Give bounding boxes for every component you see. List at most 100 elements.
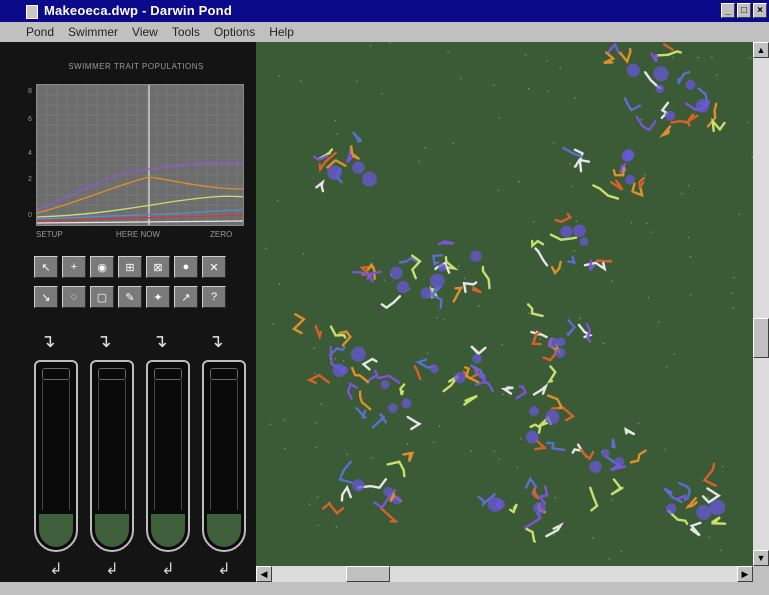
swimmer-blob[interactable]	[545, 410, 560, 425]
swimmer[interactable]	[623, 97, 641, 112]
tube-2-drain-icon[interactable]: ↲	[102, 560, 122, 580]
swimmer[interactable]	[611, 438, 616, 449]
tube-4-arrow-icon[interactable]: ↴	[206, 330, 226, 352]
swimmer-blob[interactable]	[625, 174, 635, 185]
swimmer[interactable]	[710, 516, 727, 525]
swimmer-blob[interactable]	[614, 456, 625, 467]
swimmer[interactable]	[554, 212, 573, 224]
swimmer-blob[interactable]	[589, 460, 602, 473]
tube-3-arrow-icon[interactable]: ↴	[150, 330, 170, 352]
swimmer-blob[interactable]	[655, 84, 665, 94]
swimmer[interactable]	[629, 449, 647, 464]
scroll-up-button[interactable]: ▲	[753, 42, 769, 58]
menu-tools[interactable]: Tools	[172, 25, 200, 39]
minimize-button[interactable]: _	[721, 3, 735, 18]
blob-tool-button[interactable]: ●	[174, 256, 198, 278]
menu-view[interactable]: View	[132, 25, 158, 39]
swimmer[interactable]	[481, 265, 491, 290]
swimmer[interactable]	[515, 385, 528, 400]
scroll-left-button[interactable]: ◀	[256, 566, 272, 582]
inject-tool-button[interactable]: ✎	[118, 286, 142, 308]
zoom-tool-button[interactable]: ⊞	[118, 256, 142, 278]
swimmer[interactable]	[603, 51, 616, 65]
swimmer[interactable]	[366, 273, 374, 283]
swimmer[interactable]	[546, 394, 564, 410]
swimmer[interactable]	[340, 484, 352, 502]
swimmer-blob[interactable]	[454, 371, 466, 384]
pond-canvas[interactable]	[256, 42, 753, 566]
swimmer[interactable]	[463, 394, 478, 406]
tube-3[interactable]	[146, 360, 190, 552]
swimmer-blob[interactable]	[696, 504, 712, 520]
swimmer[interactable]	[346, 382, 359, 400]
population-graph[interactable]	[36, 84, 244, 226]
swimmer-blob[interactable]	[525, 430, 539, 444]
swimmer[interactable]	[571, 443, 585, 454]
swimmer[interactable]	[534, 247, 549, 267]
swimmer-blob[interactable]	[340, 366, 349, 375]
swimmer-blob[interactable]	[664, 110, 676, 121]
swimmer[interactable]	[437, 240, 455, 246]
swimmer[interactable]	[588, 259, 597, 271]
swimmer[interactable]	[589, 486, 599, 512]
horizontal-scrollbar[interactable]: ◀ ▶	[256, 566, 753, 582]
swimmer[interactable]	[546, 365, 557, 384]
swimmer[interactable]	[470, 345, 487, 356]
swimmer-blob[interactable]	[555, 347, 566, 359]
swimmer[interactable]	[635, 115, 657, 132]
drag-tool-button[interactable]: ↗	[174, 286, 198, 308]
swimmer-blob[interactable]	[401, 398, 412, 409]
swimmer[interactable]	[619, 48, 632, 64]
box-tool-button[interactable]: ▢	[90, 286, 114, 308]
move-tool-button[interactable]: ↘	[34, 286, 58, 308]
swimmer[interactable]	[500, 386, 514, 395]
swimmer-blob[interactable]	[626, 63, 640, 77]
swimmer[interactable]	[542, 350, 557, 362]
lasso-tool-button[interactable]: ◌	[62, 286, 86, 308]
swimmer-blob[interactable]	[685, 79, 696, 90]
swimmer-blob[interactable]	[529, 406, 539, 417]
swimmer[interactable]	[471, 285, 482, 294]
swimmer-blob[interactable]	[665, 503, 677, 515]
tube-1-arrow-icon[interactable]: ↴	[38, 330, 58, 352]
close-button[interactable]: ×	[753, 3, 767, 18]
swimmer-blob[interactable]	[560, 225, 573, 238]
swimmer[interactable]	[711, 117, 726, 133]
swimmer[interactable]	[315, 179, 325, 193]
swimmer[interactable]	[567, 255, 576, 265]
swimmer[interactable]	[573, 158, 591, 168]
tube-3-drain-icon[interactable]: ↲	[158, 560, 178, 580]
swimmer[interactable]	[532, 382, 549, 396]
maximize-button[interactable]: □	[737, 3, 751, 18]
swimmer[interactable]	[531, 239, 545, 249]
swimmer[interactable]	[452, 286, 464, 303]
swimmer[interactable]	[338, 460, 353, 484]
swimmer[interactable]	[550, 260, 562, 276]
swimmer[interactable]	[662, 42, 674, 51]
horizontal-scroll-thumb[interactable]	[346, 566, 390, 582]
swimmer[interactable]	[579, 448, 595, 461]
swimmer-blob[interactable]	[429, 273, 445, 289]
swimmer[interactable]	[686, 113, 699, 123]
swimmer[interactable]	[365, 369, 379, 384]
info-tool-button[interactable]: ?	[202, 286, 226, 308]
swimmer-blob[interactable]	[601, 448, 610, 458]
pond-view[interactable]	[256, 42, 753, 566]
swimmer-blob[interactable]	[573, 224, 586, 237]
swimmer-blob[interactable]	[392, 495, 402, 505]
swimmer[interactable]	[675, 494, 687, 502]
tube-4[interactable]	[202, 360, 246, 552]
mutate-tool-button[interactable]: ✦	[146, 286, 170, 308]
swimmer-blob[interactable]	[438, 263, 447, 272]
tube-4-drain-icon[interactable]: ↲	[214, 560, 234, 580]
swimmer-blob[interactable]	[429, 364, 439, 374]
add-swimmer-tool-button[interactable]: +	[62, 256, 86, 278]
swimmer[interactable]	[291, 313, 306, 335]
swimmer-blob[interactable]	[383, 486, 394, 497]
menu-swimmer[interactable]: Swimmer	[68, 25, 118, 39]
scroll-down-button[interactable]: ▼	[753, 550, 769, 566]
swimmer[interactable]	[355, 406, 368, 419]
tube-1-drain-icon[interactable]: ↲	[46, 560, 66, 580]
swimmer[interactable]	[624, 427, 636, 436]
swimmer[interactable]	[658, 125, 672, 138]
